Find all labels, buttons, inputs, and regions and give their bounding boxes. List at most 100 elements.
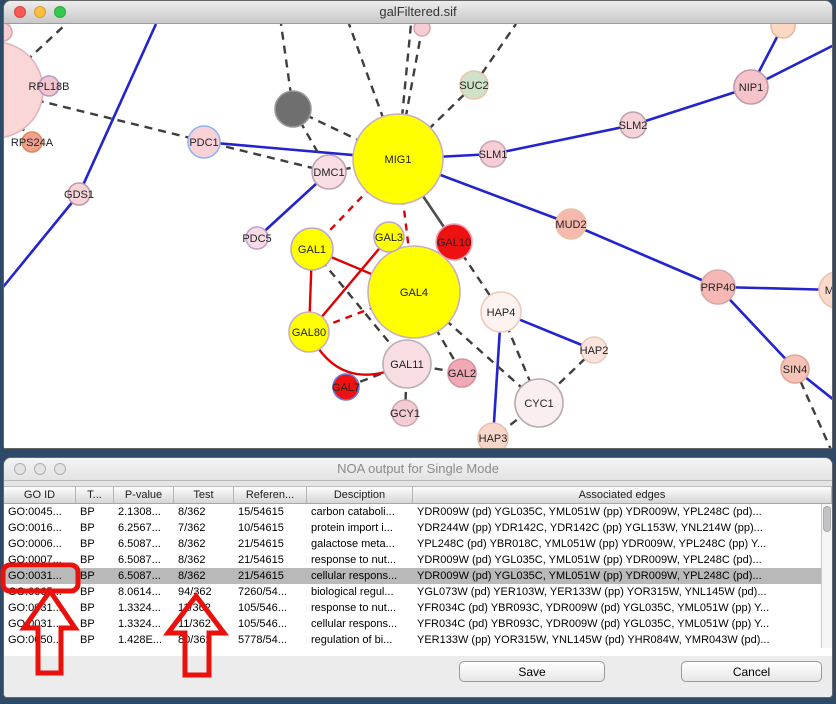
cell-reference[interactable]: 7260/54... [234, 584, 307, 600]
node-SUC2[interactable] [460, 71, 488, 99]
cell-test[interactable]: 11/362 [174, 600, 234, 616]
cell-p_value[interactable]: 8.0614... [114, 584, 174, 600]
network-edge[interactable] [571, 224, 718, 287]
cell-reference[interactable]: 105/546... [234, 616, 307, 632]
cell-description[interactable]: protein import i... [307, 520, 413, 536]
cell-p_value[interactable]: 2.1308... [114, 504, 174, 520]
cell-reference[interactable]: 21/54615 [234, 552, 307, 568]
node-GAL7[interactable] [333, 374, 359, 400]
node-GAL2[interactable] [448, 359, 476, 387]
cell-test[interactable]: 8/362 [174, 536, 234, 552]
cell-edges[interactable]: YFR034C (pd) YBR093C, YDR009W (pd) YGL03… [413, 600, 832, 616]
node-frag-top2[interactable] [771, 24, 795, 38]
node-NIP1[interactable] [734, 70, 768, 104]
cell-type[interactable]: BP [76, 584, 114, 600]
cancel-button[interactable]: Cancel [681, 661, 822, 682]
table-row[interactable]: GO:0045...BP2.1308...8/36215/54615carbon… [4, 504, 832, 520]
node-MIG1[interactable] [353, 114, 443, 204]
network-graph[interactable]: RPL18BRPS24AGDS1PDC1MIG1DMC1SUC2SLM1SLM2… [4, 24, 832, 449]
table-row[interactable]: GO:0007...BP6.5087...8/36221/54615respon… [4, 552, 832, 568]
cell-description[interactable]: response to nut... [307, 552, 413, 568]
cell-reference[interactable]: 21/54615 [234, 536, 307, 552]
cell-test[interactable]: 8/362 [174, 552, 234, 568]
column-header-test[interactable]: Test [174, 487, 234, 503]
cell-description[interactable]: galactose meta... [307, 536, 413, 552]
cell-edges[interactable]: YDR009W (pd) YGL035C, YML051W (pp) YDR00… [413, 568, 832, 584]
table-row[interactable]: GO:0065...BP8.0614...94/3627260/54...bio… [4, 584, 832, 600]
scrollbar-thumb[interactable] [823, 506, 831, 532]
node-frag-top1[interactable] [414, 24, 430, 36]
cell-test[interactable]: 8/362 [174, 504, 234, 520]
cell-description[interactable]: biological regul... [307, 584, 413, 600]
cell-p_value[interactable]: 1.428E... [114, 632, 174, 648]
cell-go_id[interactable]: GO:0007... [4, 552, 76, 568]
column-header-t-[interactable]: T... [76, 487, 114, 503]
cell-edges[interactable]: YFR034C (pd) YBR093C, YDR009W (pd) YGL03… [413, 616, 832, 632]
column-header-go-id[interactable]: GO ID [4, 487, 76, 503]
save-button[interactable]: Save [459, 661, 605, 682]
node-PDC5[interactable] [246, 227, 268, 249]
cell-reference[interactable]: 105/546... [234, 600, 307, 616]
cell-reference[interactable]: 15/54615 [234, 504, 307, 520]
table-row[interactable]: GO:0050...BP1.428E...80/3625778/54...reg… [4, 632, 832, 648]
column-header-associated-edges[interactable]: Associated edges [413, 487, 832, 503]
cell-reference[interactable]: 21/54615 [234, 568, 307, 584]
vertical-scrollbar[interactable] [821, 504, 832, 648]
table-row[interactable]: GO:0031...BP1.3324...11/362105/546...cel… [4, 616, 832, 632]
cell-go_id[interactable]: GO:0031... [4, 600, 76, 616]
cell-p_value[interactable]: 1.3324... [114, 600, 174, 616]
cell-edges[interactable]: YDR009W (pd) YGL035C, YML051W (pp) YDR00… [413, 504, 832, 520]
cell-edges[interactable]: YDR244W (pp) YDR142C, YDR142C (pp) YGL15… [413, 520, 832, 536]
node-GAL4[interactable] [368, 246, 460, 338]
cell-reference[interactable]: 5778/54... [234, 632, 307, 648]
node-GAL1[interactable] [291, 228, 333, 270]
noa-window-titlebar[interactable]: NOA output for Single Mode [4, 458, 832, 481]
node-PDC1[interactable] [188, 126, 220, 158]
cell-type[interactable]: BP [76, 600, 114, 616]
table-row[interactable]: GO:0031...BP6.5087...8/36221/54615cellul… [4, 568, 832, 584]
cell-test[interactable]: 94/362 [174, 584, 234, 600]
node-HAP2[interactable] [581, 337, 607, 363]
node-SLM2[interactable] [620, 112, 646, 138]
cell-type[interactable]: BP [76, 536, 114, 552]
cell-go_id[interactable]: GO:0065... [4, 584, 76, 600]
node-GAL3[interactable] [374, 222, 404, 252]
node-GAL80[interactable] [289, 312, 329, 352]
node-HAP3[interactable] [478, 423, 508, 449]
network-window-titlebar[interactable]: galFiltered.sif [4, 1, 832, 24]
cell-p_value[interactable]: 6.5087... [114, 552, 174, 568]
cell-reference[interactable]: 10/54615 [234, 520, 307, 536]
cell-go_id[interactable]: GO:0031... [4, 616, 76, 632]
node-GAL11[interactable] [383, 340, 431, 388]
column-header-referen-[interactable]: Referen... [234, 487, 307, 503]
cell-test[interactable]: 80/362 [174, 632, 234, 648]
node-gray-node[interactable] [275, 91, 311, 127]
cell-edges[interactable]: YDR009W (pd) YGL035C, YML051W (pp) YDR00… [413, 552, 832, 568]
node-MSN[interactable] [819, 272, 832, 308]
network-edge[interactable] [633, 87, 751, 125]
cell-go_id[interactable]: GO:0031... [4, 568, 76, 584]
table-row[interactable]: GO:0006...BP6.5087...8/36221/54615galact… [4, 536, 832, 552]
cell-description[interactable]: regulation of bi... [307, 632, 413, 648]
cell-p_value[interactable]: 6.2567... [114, 520, 174, 536]
cell-type[interactable]: BP [76, 504, 114, 520]
table-row[interactable]: GO:0016...BP6.2567...7/36210/54615protei… [4, 520, 832, 536]
node-DMC1[interactable] [312, 155, 346, 189]
node-frag-topleft[interactable] [4, 24, 12, 41]
node-GCY1[interactable] [392, 400, 418, 426]
cell-p_value[interactable]: 6.5087... [114, 536, 174, 552]
cell-type[interactable]: BP [76, 552, 114, 568]
cell-go_id[interactable]: GO:0006... [4, 536, 76, 552]
node-RPL18B[interactable] [39, 76, 59, 96]
node-SLM1[interactable] [480, 141, 506, 167]
cell-go_id[interactable]: GO:0045... [4, 504, 76, 520]
cell-test[interactable]: 11/362 [174, 616, 234, 632]
cell-go_id[interactable]: GO:0050... [4, 632, 76, 648]
cell-go_id[interactable]: GO:0016... [4, 520, 76, 536]
node-PRP40[interactable] [701, 270, 735, 304]
table-row[interactable]: GO:0031...BP1.3324...11/362105/546...res… [4, 600, 832, 616]
network-canvas[interactable]: RPL18BRPS24AGDS1PDC1MIG1DMC1SUC2SLM1SLM2… [4, 24, 832, 448]
cell-edges[interactable]: YER133W (pp) YOR315W, YNL145W (pd) YHR08… [413, 632, 832, 648]
cell-type[interactable]: BP [76, 616, 114, 632]
column-header-desciption[interactable]: Desciption [307, 487, 413, 503]
